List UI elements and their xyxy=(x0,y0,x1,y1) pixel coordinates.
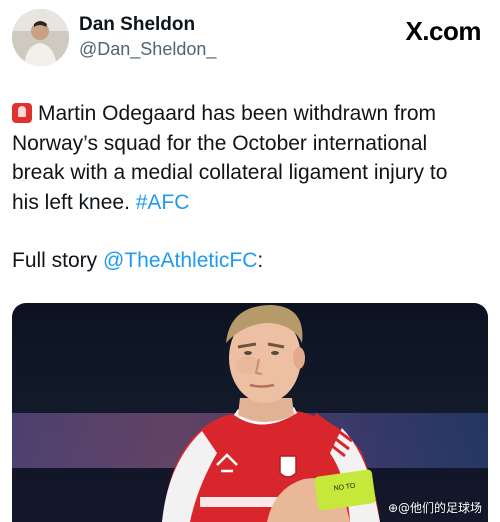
siren-emoji-icon xyxy=(12,103,32,123)
player-photo: NO TO xyxy=(12,305,488,522)
author-handle[interactable]: @Dan_Sheldon_ xyxy=(79,39,216,60)
watermark-text: ⊕@他们的足球场 xyxy=(387,501,482,515)
tweet-line-1-text: Martin Odegaard has been withdrawn from xyxy=(38,102,437,125)
tweet-media-image[interactable]: NO TO ⊕@他们的足球场 xyxy=(12,303,488,522)
x-logo: X.com xyxy=(405,16,481,46)
tweet-line-3: break with a medial collateral ligament … xyxy=(12,161,448,184)
tweet-text: Martin Odegaard has been withdrawn from … xyxy=(12,99,492,217)
avatar-image xyxy=(12,9,69,66)
full-story-text: Full story xyxy=(12,249,104,272)
mention-link[interactable]: @TheAthleticFC xyxy=(103,249,257,272)
author-name[interactable]: Dan Sheldon xyxy=(79,14,195,36)
full-story-line: Full story @TheAthleticFC: xyxy=(12,246,263,276)
author-avatar[interactable] xyxy=(12,9,69,66)
tweet-line-2: Norway’s squad for the October internati… xyxy=(12,131,428,155)
mention-suffix: : xyxy=(257,249,264,272)
tweet-line-4: his left knee. #AFC xyxy=(12,188,492,218)
hashtag-link[interactable]: #AFC xyxy=(136,191,190,214)
tweet-line-1: Martin Odegaard has been withdrawn from xyxy=(12,99,492,129)
tweet-line-4-text: his left knee. xyxy=(12,190,136,214)
